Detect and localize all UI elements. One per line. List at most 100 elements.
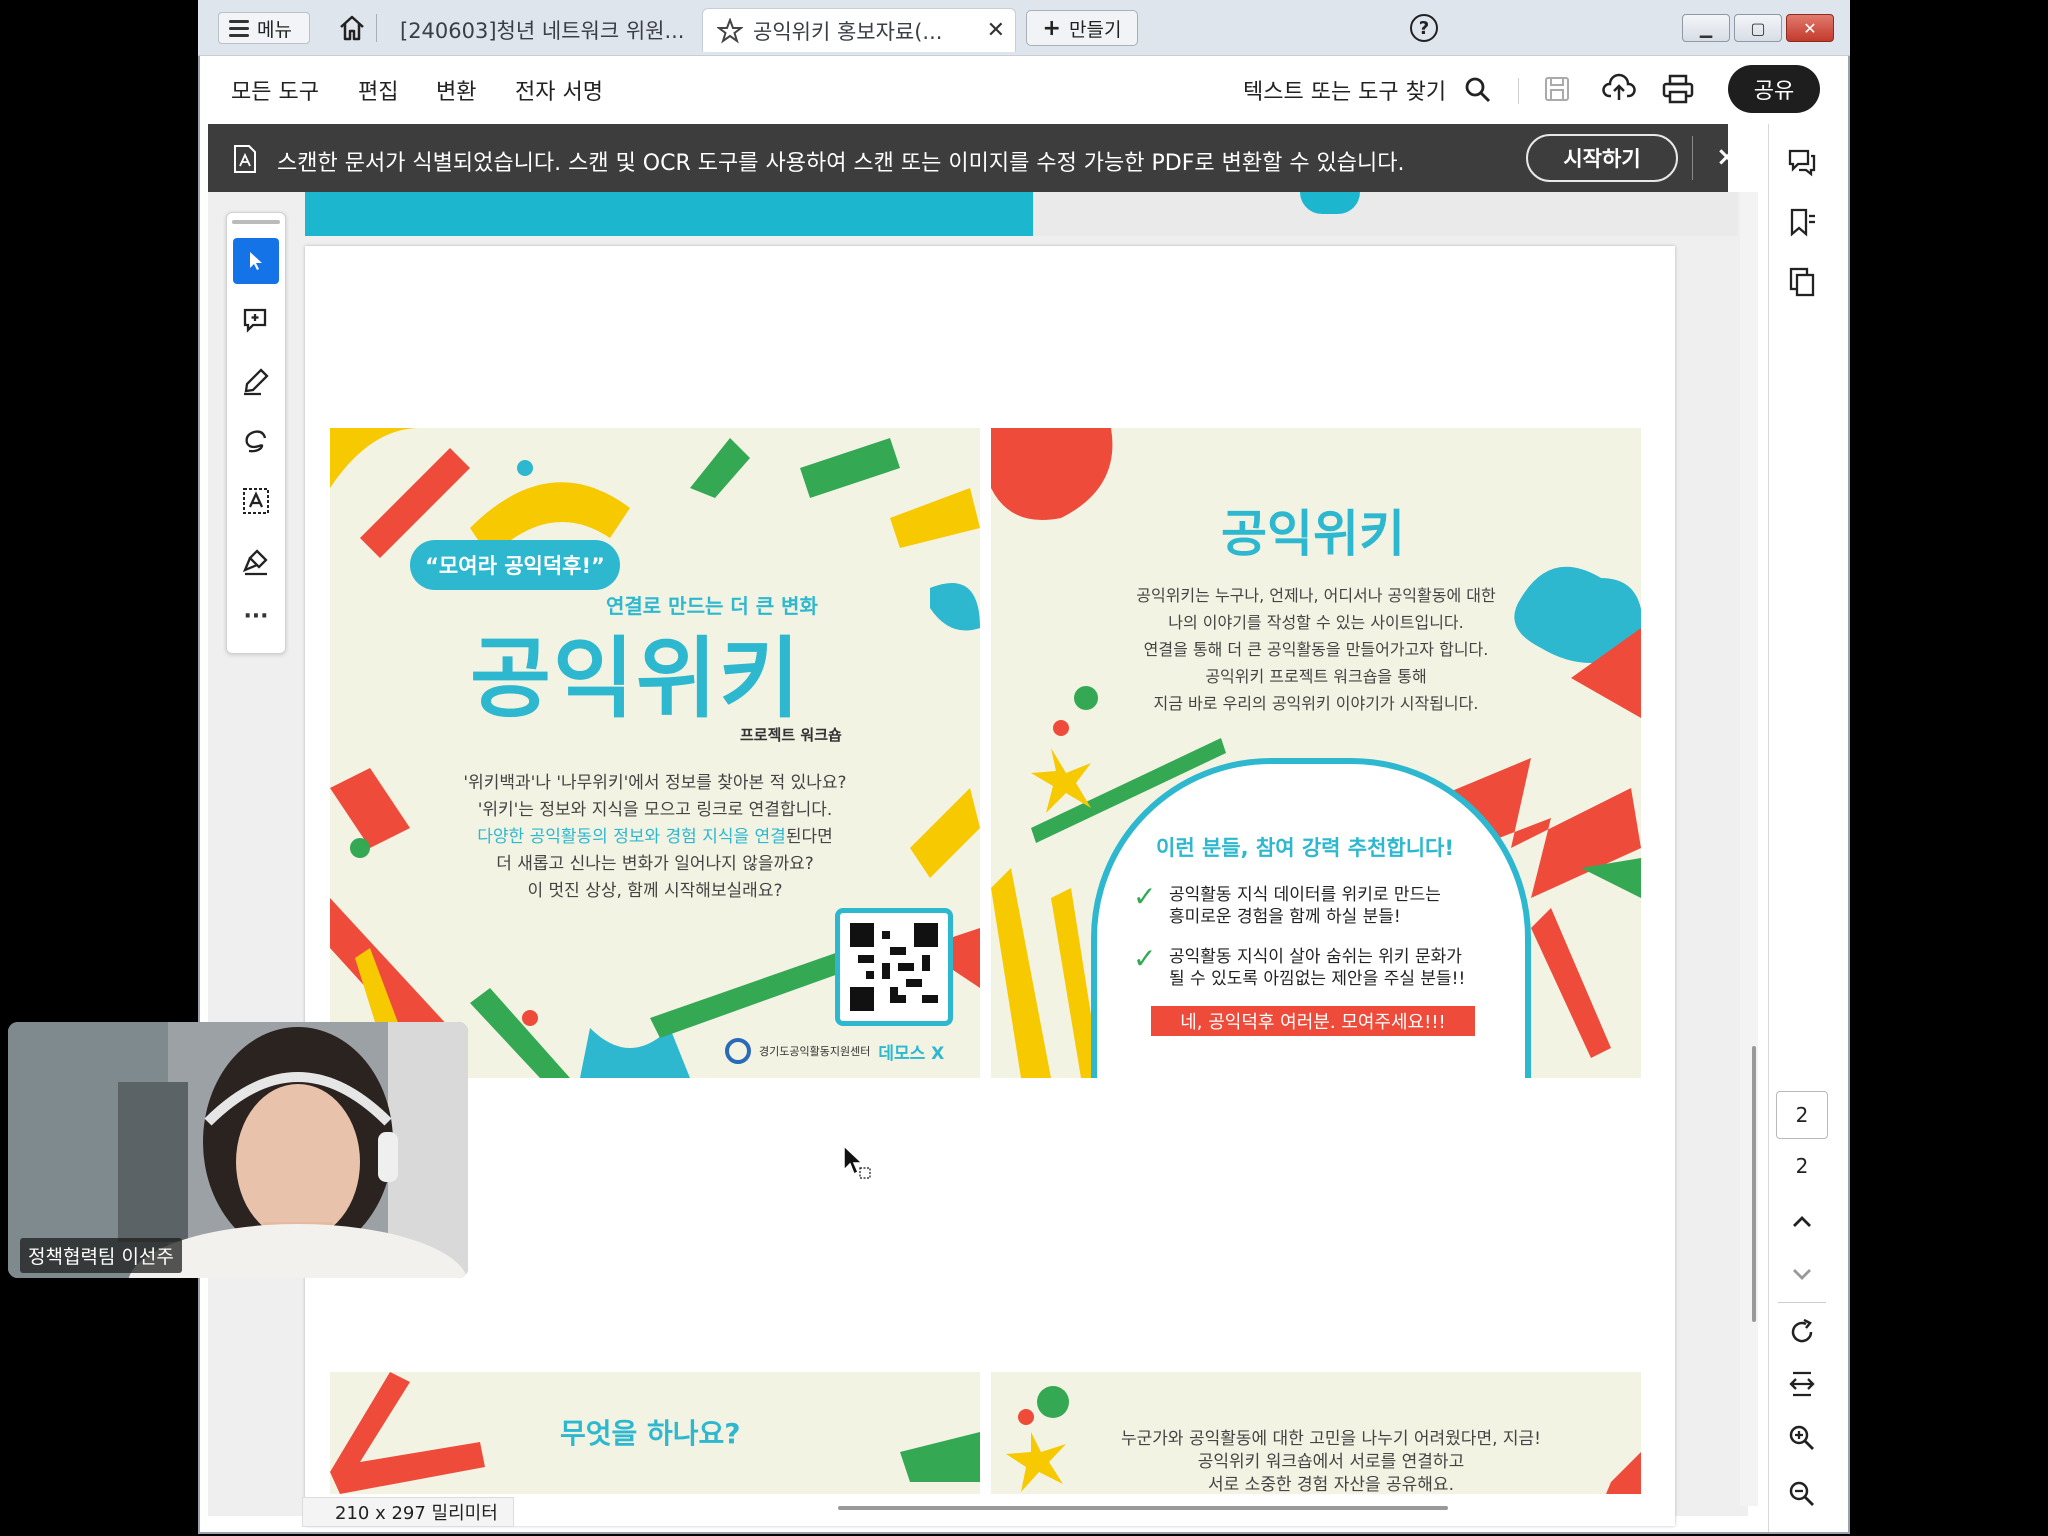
participant-name-label: 정책협력팀 이선주	[20, 1238, 182, 1273]
save-icon[interactable]	[1542, 74, 1572, 104]
zoom-out-icon	[1789, 1481, 1814, 1506]
poster-intro-line-rest: 된다면	[785, 827, 833, 847]
poster-intro-line: '위키백과'나 '나무위키'에서 정보를 찾아본 적 있나요?	[463, 773, 847, 793]
menu-convert[interactable]: 변환	[436, 74, 476, 106]
select-tool-button[interactable]	[233, 238, 279, 284]
poster-slogan-bubble: “모여라 공익덕후!”	[410, 540, 620, 590]
fit-page-button[interactable]	[1786, 1368, 1818, 1400]
menu-button[interactable]: 메뉴	[218, 12, 310, 44]
poster-what-title: 무엇을 하나요?	[560, 1417, 741, 1450]
sign-tool-button[interactable]	[233, 538, 279, 584]
tab-document-1-label: [240603]청년 네트워크 위원...	[400, 19, 685, 43]
page-size-status: 210 x 297 밀리미터	[302, 1497, 514, 1527]
poster-info-line: 나의 이야기를 작성할 수 있는 사이트입니다.	[1168, 613, 1464, 632]
hamburger-icon	[229, 19, 249, 37]
menu-esign[interactable]: 전자 서명	[515, 74, 603, 106]
poster-intro-line: '위키'는 정보와 지식을 모으고 링크로 연결합니다.	[477, 800, 833, 820]
close-notice-icon[interactable]: ×	[1716, 142, 1738, 172]
poster-recommend-heading: 이런 분들, 참여 강력 추천합니다!	[1156, 836, 1454, 860]
cursor-arrow-icon	[250, 252, 262, 270]
poster-title: 공익위키	[470, 627, 802, 730]
add-comment-tool-button[interactable]	[233, 298, 279, 344]
menu-edit[interactable]: 편집	[358, 74, 398, 106]
sponsor-org: 경기도공익활동지원센터	[759, 1045, 871, 1058]
qr-code-pattern	[850, 923, 938, 1011]
share-button[interactable]: 공유	[1728, 65, 1820, 113]
create-button[interactable]: + 만들기	[1026, 10, 1138, 46]
poster-connect-line: 서로 소중한 경험 자산을 공유해요.	[1208, 1475, 1454, 1494]
poster-recommend-item: 공익활동 지식이 살아 숨쉬는 위키 문화가 될 수 있도록 아낌없는 제안을 …	[1169, 946, 1465, 990]
print-icon[interactable]	[1662, 74, 1694, 104]
poster-workshop-label: 프로젝트 워크숍	[740, 726, 842, 744]
poster-info: 공익위키 공익위키는 누구나, 언제나, 어디서나 공익활동에 대한 나의 이야…	[991, 428, 1641, 1078]
mouse-cursor-icon	[843, 1144, 871, 1179]
menu-label: 메뉴	[257, 18, 292, 41]
poster-intro-line: 이 멋진 상상, 함께 시작해보실래요?	[527, 881, 783, 901]
palette-grip[interactable]	[232, 220, 280, 224]
draw-tool-button[interactable]	[233, 418, 279, 464]
poster-what: 무엇을 하나요?	[330, 1372, 980, 1494]
star-icon[interactable]	[717, 17, 743, 44]
start-ocr-button[interactable]: 시작하기	[1526, 134, 1678, 182]
poster-intro-line: 다양한 공익활동의 정보와 경험 지식을 연결된다면	[420, 824, 890, 851]
poster-connect-line: 누군가와 공익활동에 대한 고민을 나누기 어려웠다면, 지금!	[1120, 1429, 1541, 1449]
comment-panel-icon[interactable]	[1786, 146, 1818, 178]
poster-info-line: 연결을 통해 더 큰 공익활동을 만들어가고자 합니다.	[1143, 640, 1489, 659]
rotate-icon	[1791, 1318, 1813, 1343]
zoom-in-button[interactable]	[1786, 1422, 1818, 1454]
cloud-upload-icon[interactable]	[1602, 72, 1636, 104]
gyeonggi-logo-icon	[725, 1038, 751, 1064]
poster-intro-line: 더 새롭고 신나는 변화가 일어나지 않을까요?	[496, 854, 814, 874]
poster-info-text: 공익위키는 누구나, 언제나, 어디서나 공익활동에 대한 나의 이야기를 작성…	[1101, 582, 1531, 717]
more-tools-icon[interactable]: ···	[233, 604, 279, 629]
minimize-button[interactable]: ▁	[1682, 14, 1730, 42]
text-select-tool-button[interactable]	[233, 478, 279, 524]
checkmark-icon: ✓	[1133, 942, 1157, 975]
notice-divider	[1692, 136, 1693, 180]
menu-all-tools[interactable]: 모든 도구	[231, 74, 319, 106]
vertical-scroll-thumb[interactable]	[1752, 1046, 1756, 1322]
previous-page-banner	[305, 192, 1033, 236]
pdf-document-icon	[234, 145, 256, 173]
help-icon[interactable]: ?	[1410, 14, 1438, 42]
highlight-tool-button[interactable]	[233, 358, 279, 404]
next-page-button[interactable]	[1786, 1258, 1818, 1290]
tab-document-2[interactable]: 공익위키 홍보자료(... ✕	[702, 8, 1016, 52]
search-icon[interactable]	[1464, 76, 1492, 104]
poster-call-to-action: 네, 공익덕후 여러분. 모여주세요!!!	[1151, 1006, 1475, 1036]
home-icon[interactable]	[336, 12, 368, 44]
freehand-icon	[245, 430, 267, 453]
signature-pen-icon	[242, 549, 268, 576]
tab-divider	[376, 14, 377, 42]
poster-info-title: 공익위키	[1221, 505, 1405, 563]
tab-document-2-label: 공익위키 홍보자료(...	[753, 19, 943, 44]
poster-recommend-line: 공익활동 지식이 살아 숨쉬는 위키 문화가	[1169, 947, 1462, 967]
tool-search-label[interactable]: 텍스트 또는 도구 찾기	[1243, 74, 1446, 106]
pen-icon	[244, 368, 269, 396]
screen: { "tabs": { "menu_label": "메뉴", "menu_tr…	[0, 0, 2048, 1536]
qr-code	[835, 908, 953, 1026]
close-tab-icon[interactable]: ✕	[987, 18, 1005, 43]
chevron-up-icon	[1793, 1216, 1811, 1227]
previous-page-button[interactable]	[1786, 1206, 1818, 1238]
create-label: 만들기	[1068, 18, 1122, 41]
text-box-icon	[243, 488, 269, 514]
add-comment-icon	[243, 308, 267, 333]
page-number-input[interactable]: 2	[1776, 1091, 1828, 1139]
bookmark-panel-icon[interactable]	[1786, 206, 1818, 238]
fit-width-icon	[1789, 1371, 1815, 1397]
rail-divider	[1778, 1302, 1826, 1303]
poster-intro-text: '위키백과'나 '나무위키'에서 정보를 찾아본 적 있나요? '위키'는 정보…	[420, 770, 890, 905]
chevron-down-icon	[1793, 1269, 1811, 1280]
maximize-button[interactable]: ▢	[1734, 14, 1782, 42]
poster-recommend-line: 공익활동 지식 데이터를 위키로 만드는	[1169, 885, 1441, 905]
sponsor-demos: 데모스 X	[878, 1043, 945, 1064]
horizontal-scroll-thumb[interactable]	[838, 1506, 1448, 1510]
poster-intro-highlight: 다양한 공익활동의 정보와 경험 지식을 연결	[477, 827, 786, 847]
zoom-out-button[interactable]	[1786, 1478, 1818, 1510]
pages-panel-icon[interactable]	[1786, 266, 1818, 298]
tab-document-1[interactable]: [240603]청년 네트워크 위원...	[384, 8, 696, 52]
close-window-button[interactable]: ✕	[1786, 14, 1834, 42]
rotate-button[interactable]	[1786, 1316, 1818, 1348]
checkmark-icon: ✓	[1133, 880, 1157, 913]
